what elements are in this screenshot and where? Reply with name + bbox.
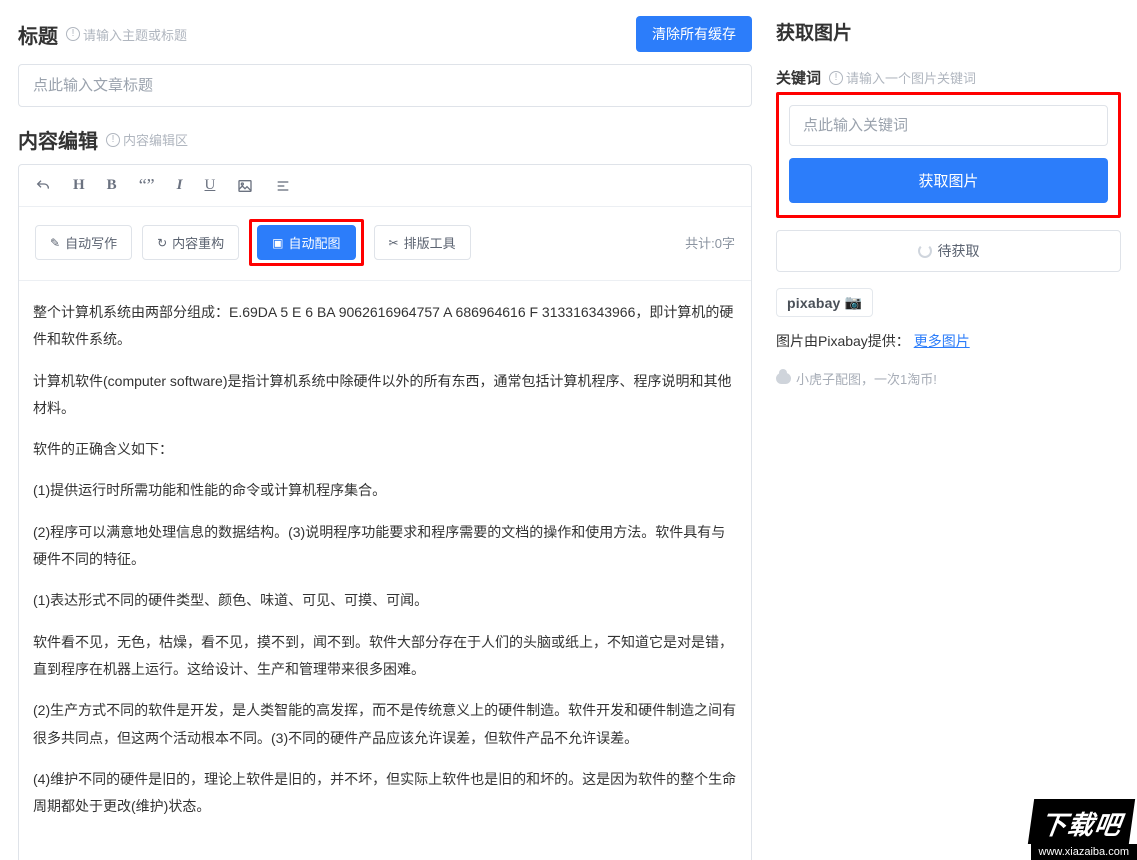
title-label: 标题	[18, 20, 58, 49]
action-toolbar: ✎自动写作 ↻内容重构 ▣自动配图 ✂排版工具 共计:0字	[19, 207, 751, 281]
info-icon: !	[106, 133, 120, 147]
layout-tool-button[interactable]: ✂排版工具	[374, 225, 471, 260]
bold-icon[interactable]: B	[107, 177, 117, 194]
clear-cache-button[interactable]: 清除所有缓存	[636, 16, 752, 52]
taobi-line: 小虎子配图，一次1淘币!	[776, 369, 1121, 388]
fetch-status: 待获取	[776, 230, 1121, 272]
title-hint: ! 请输入主题或标题	[66, 25, 187, 44]
rebuild-button[interactable]: ↻内容重构	[142, 225, 239, 260]
content-label: 内容编辑	[18, 125, 98, 154]
title-input[interactable]	[18, 64, 752, 107]
keyword-header: 关键词 ! 请输入一个图片关键词	[776, 67, 1121, 88]
content-paragraph: (1)提供运行时所需功能和性能的命令或计算机程序集合。	[33, 477, 737, 504]
watermark: 下载吧 www.xiazaiba.com	[1031, 799, 1137, 860]
fetch-image-button[interactable]: 获取图片	[789, 158, 1108, 203]
content-section-header: 内容编辑 ! 内容编辑区	[18, 125, 752, 154]
content-paragraph: (4)维护不同的硬件是旧的，理论上软件是旧的，并不坏，但实际上软件也是旧的和坏的…	[33, 766, 737, 821]
keyword-label: 关键词	[776, 67, 821, 88]
highlight-keyword-box: 获取图片	[776, 92, 1121, 218]
pixabay-tag[interactable]: pixabay 📷	[776, 288, 873, 317]
word-count: 共计:0字	[685, 233, 735, 252]
editor-content[interactable]: 整个计算机系统由两部分组成：E.69DA 5 E 6 BA 9062616964…	[19, 281, 751, 860]
italic-icon[interactable]: I	[177, 177, 183, 194]
content-paragraph: (2)程序可以满意地处理信息的数据结构。(3)说明程序功能要求和程序需要的文档的…	[33, 519, 737, 574]
refresh-icon: ↻	[157, 236, 167, 250]
underline-icon[interactable]: U	[205, 177, 216, 194]
auto-write-button[interactable]: ✎自动写作	[35, 225, 132, 260]
quote-icon[interactable]: “”	[139, 175, 155, 196]
more-images-link[interactable]: 更多图片	[914, 333, 970, 349]
sidebar-title: 获取图片	[776, 18, 1121, 45]
cloud-icon	[776, 373, 791, 384]
provider-line: 图片由Pixabay提供： 更多图片	[776, 331, 1121, 351]
content-paragraph: (2)生产方式不同的软件是开发，是人类智能的高发挥，而不是传统意义上的硬件制造。…	[33, 697, 737, 752]
keyword-hint: ! 请输入一个图片关键词	[829, 68, 976, 87]
content-paragraph: (1)表达形式不同的硬件类型、颜色、味道、可见、可摸、可闻。	[33, 587, 737, 614]
image-icon[interactable]	[237, 178, 253, 194]
align-icon[interactable]	[275, 178, 291, 194]
title-section-header: 标题 ! 请输入主题或标题 清除所有缓存	[18, 16, 752, 52]
format-toolbar: H B “” I U	[19, 165, 751, 207]
watermark-text: 下载吧	[1027, 799, 1134, 844]
spinner-icon	[918, 244, 932, 258]
tool-icon: ✂	[389, 236, 399, 250]
auto-image-button[interactable]: ▣自动配图	[257, 225, 355, 260]
content-paragraph: 计算机软件(computer software)是指计算机系统中除硬件以外的所有…	[33, 368, 737, 423]
content-paragraph: 软件的正确含义如下：	[33, 436, 737, 463]
content-paragraph: 软件看不见，无色，枯燥，看不见，摸不到，闻不到。软件大部分存在于人们的头脑或纸上…	[33, 629, 737, 684]
undo-icon[interactable]	[35, 178, 51, 194]
info-icon: !	[66, 27, 80, 41]
editor-box: H B “” I U ✎自动写作 ↻内容重构 ▣自动配图 ✂排版工具 共计:0字	[18, 164, 752, 860]
keyword-input[interactable]	[789, 105, 1108, 146]
content-hint: ! 内容编辑区	[106, 130, 188, 149]
heading-icon[interactable]: H	[73, 177, 85, 194]
info-icon: !	[829, 71, 843, 85]
image-small-icon: ▣	[272, 236, 283, 250]
pencil-icon: ✎	[50, 236, 60, 250]
content-paragraph: 整个计算机系统由两部分组成：E.69DA 5 E 6 BA 9062616964…	[33, 299, 737, 354]
highlight-auto-image: ▣自动配图	[249, 219, 363, 266]
watermark-url: www.xiazaiba.com	[1031, 844, 1137, 860]
camera-icon: 📷	[845, 294, 862, 311]
